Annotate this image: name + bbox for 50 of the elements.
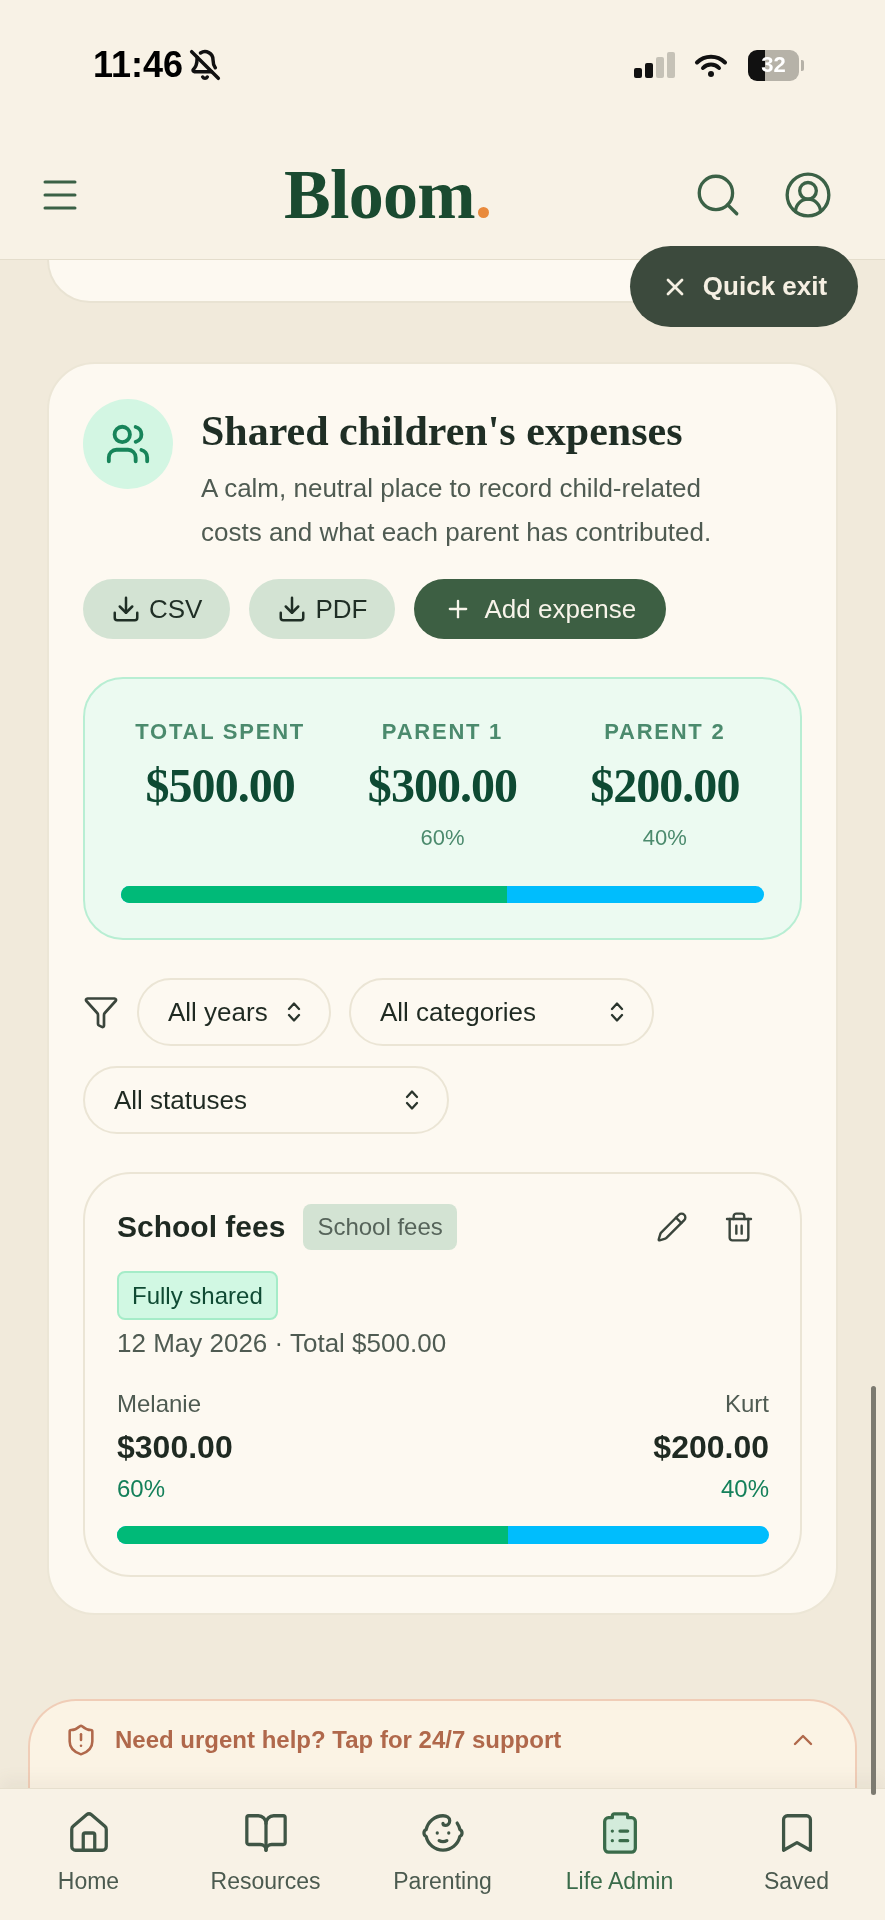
status-badge: Fully shared: [117, 1271, 278, 1320]
export-button[interactable]: CSV: [83, 579, 231, 639]
parent-name: Kurt: [725, 1390, 769, 1418]
filter-select[interactable]: All years: [137, 978, 331, 1046]
menu-button[interactable]: [43, 179, 77, 210]
pencil-icon: [656, 1211, 688, 1243]
nav-tab[interactable]: Resources: [177, 1789, 354, 1920]
parent-name: Melanie: [117, 1390, 202, 1418]
summary-percentage: 40%: [642, 824, 687, 852]
nav-tab[interactable]: Saved: [708, 1789, 885, 1920]
summary-amount: $500.00: [145, 762, 295, 810]
parent-amount: $200.00: [653, 1428, 769, 1467]
summary-label: TOTAL SPENT: [135, 718, 305, 746]
download-icon: [111, 594, 141, 624]
parent-percentage: 40%: [720, 1475, 769, 1503]
export-button[interactable]: PDF: [249, 579, 396, 639]
summary-percentage: 60%: [420, 824, 465, 852]
chevron-up-down-icon: [405, 1089, 419, 1111]
expense-details: 12 May 2026 · Total $500.00: [117, 1327, 448, 1359]
chevron-up-down-icon: [610, 1001, 624, 1023]
filter-select[interactable]: All categories: [349, 978, 654, 1046]
chevron-up-down-icon: [287, 1001, 301, 1023]
expense-title: School fees: [117, 1209, 286, 1245]
parent-amount: $300.00: [117, 1428, 233, 1467]
parent-percentage: 60%: [117, 1475, 166, 1503]
filter-select[interactable]: All statuses: [83, 1066, 449, 1134]
summary-label: PARENT 1: [381, 718, 504, 746]
section-description: A calm, neutral place to record child-related costs and what each parent has contributed.: [201, 472, 713, 549]
menu-icon: [43, 179, 77, 210]
summary-amount: $300.00: [367, 762, 518, 810]
nav-tab[interactable]: Home: [0, 1789, 177, 1920]
section-title: Shared children's expenses: [201, 407, 684, 455]
urgent-help-button[interactable]: Need urgent help? Tap for 24/7 support: [28, 1699, 857, 1788]
category-tag: School fees: [303, 1204, 457, 1250]
logo: Bloom: [284, 154, 475, 235]
battery-cap-icon: [800, 59, 804, 71]
filter-icon: [83, 994, 119, 1030]
nav-tab[interactable]: Parenting: [354, 1789, 531, 1920]
quick-exit-button[interactable]: Quick exit: [630, 246, 858, 327]
download-icon: [277, 594, 308, 624]
nav-tab[interactable]: Life Admin: [531, 1789, 708, 1920]
summary-label: PARENT 2: [604, 718, 726, 746]
trash-icon: [723, 1211, 755, 1243]
signal-icon: [634, 52, 676, 78]
status-time: 11:46: [93, 45, 184, 85]
add-expense-button[interactable]: Add expense: [414, 579, 667, 639]
wifi-icon: [694, 52, 728, 78]
summary-amount: $200.00: [590, 762, 740, 810]
chevron-up-icon: [793, 1734, 813, 1746]
muted-bell-icon: [189, 49, 222, 81]
